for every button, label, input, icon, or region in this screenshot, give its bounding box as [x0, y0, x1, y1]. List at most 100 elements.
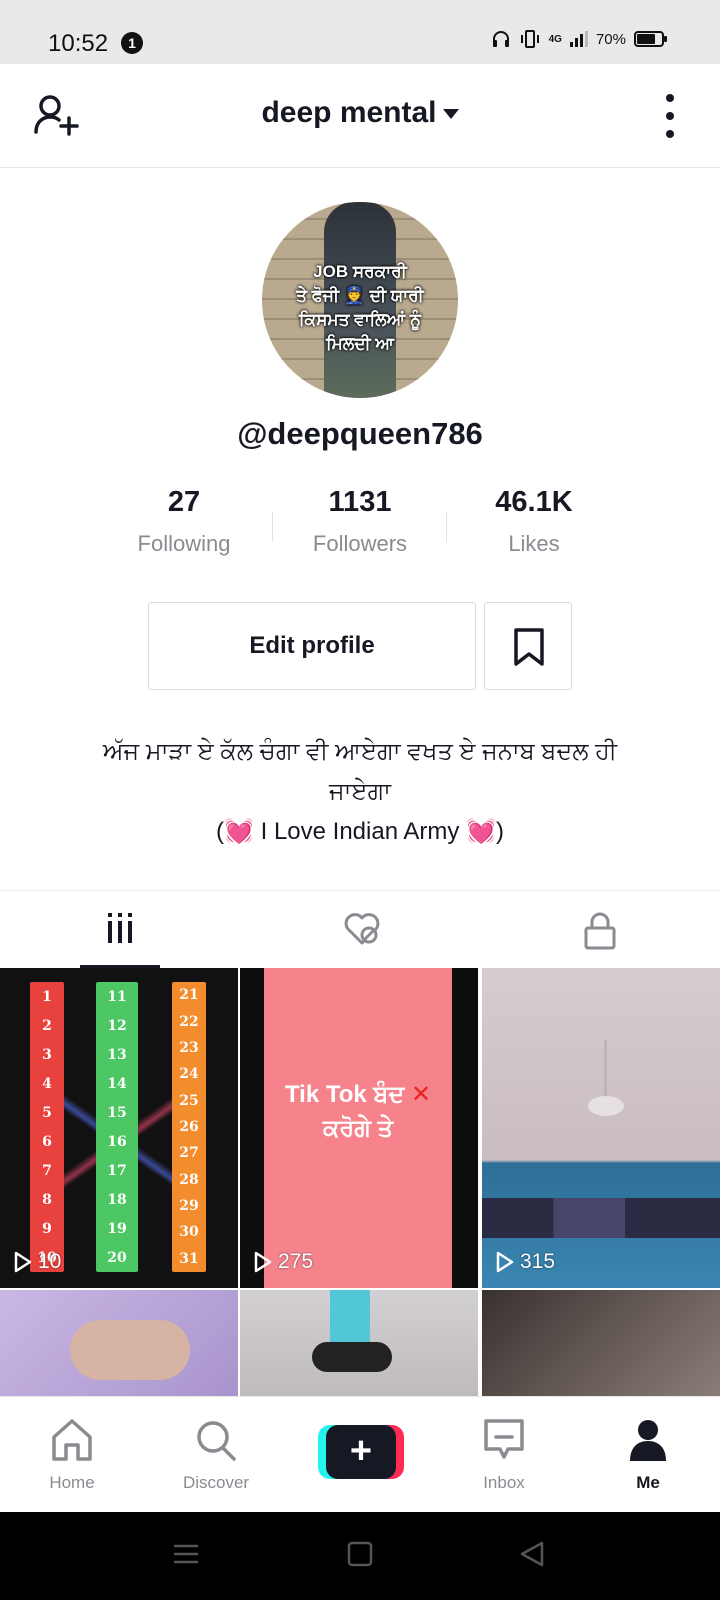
- curtain: [482, 1198, 720, 1238]
- favorites-button[interactable]: [484, 602, 572, 690]
- ceiling-fan: [588, 1096, 624, 1116]
- number: 13: [107, 1046, 127, 1063]
- video-tile[interactable]: [240, 1290, 478, 1396]
- nav-label: Me: [636, 1473, 660, 1492]
- more-vertical-icon: [666, 94, 674, 102]
- heart-emoji: 💓: [224, 818, 254, 845]
- number: 1: [42, 988, 52, 1005]
- notification-count-badge: 1: [121, 32, 143, 54]
- bio-paren: (: [216, 818, 225, 845]
- bio-line: (💓 I Love Indian Army 💓): [60, 812, 660, 852]
- avatar-caption: JOB ਸਰਕਾਰੀ ਤੇ ਫੋਜੀ 👮 ਦੀ ਯਾਰੀ ਕਿਸਮਤ ਵਾਲਿਆ…: [262, 260, 458, 356]
- number: 24: [179, 1066, 199, 1083]
- inbox-icon: [484, 1419, 524, 1459]
- video-tile[interactable]: 315: [482, 968, 720, 1288]
- account-switcher[interactable]: deep mental: [0, 96, 720, 130]
- vibrate-icon: [520, 30, 539, 48]
- headset-icon: [492, 31, 509, 47]
- number-column: 11 12 13 14 15 16 17 18 19 20: [96, 982, 138, 1272]
- number: 27: [179, 1145, 199, 1162]
- number: 23: [179, 1039, 199, 1056]
- number: 12: [107, 1017, 127, 1034]
- number: 19: [107, 1220, 127, 1237]
- number: 4: [42, 1075, 52, 1092]
- battery-percent: 70%: [595, 30, 626, 48]
- video-tile[interactable]: [0, 1290, 238, 1396]
- username: @deepqueen786: [237, 416, 483, 451]
- play-count: 315: [496, 1250, 555, 1274]
- view-count: 275: [278, 1250, 314, 1273]
- status-time: 10:52: [48, 30, 109, 57]
- number: 15: [107, 1104, 127, 1121]
- nav-me[interactable]: Me: [576, 1397, 720, 1513]
- avatar-caption-line: ਮਿਲਦੀ ਆ: [326, 334, 394, 353]
- menu-icon[interactable]: [172, 1540, 200, 1568]
- stat-value: 46.1K: [495, 486, 573, 518]
- view-count: 315: [520, 1250, 556, 1273]
- number: 20: [107, 1249, 127, 1266]
- tab-videos[interactable]: [0, 891, 240, 969]
- nav-inbox[interactable]: Inbox: [432, 1397, 576, 1513]
- number: 22: [179, 1013, 199, 1030]
- more-options-button[interactable]: [660, 94, 680, 138]
- hidden-heart-icon: [344, 913, 380, 945]
- nav-label: Inbox: [483, 1473, 525, 1492]
- play-icon: [14, 1251, 32, 1273]
- avatar-caption-line: ਤੇ ਫੋਜੀ 👮 ਦੀ ਯਾਰੀ: [296, 286, 424, 305]
- profile-tabs: [0, 890, 720, 969]
- battery-icon: [634, 31, 667, 47]
- stat-following[interactable]: 27 Following: [94, 486, 274, 557]
- profile-stats: 27 Following 1131 Followers 46.1K Likes: [0, 486, 720, 566]
- stat-followers[interactable]: 1131 Followers: [270, 486, 450, 557]
- number: 18: [107, 1191, 127, 1208]
- nav-discover[interactable]: Discover: [144, 1397, 288, 1513]
- bottom-navigation: Home Discover + Inbox Me: [0, 1396, 720, 1512]
- number-column: 21 22 23 24 25 26 27 28 29 30 31: [172, 982, 206, 1272]
- plus-icon: +: [326, 1425, 396, 1479]
- overlay-line: Tik Tok ਬੰਦ: [284, 1081, 405, 1108]
- number: 29: [179, 1198, 199, 1215]
- caret-down-icon: [442, 109, 459, 120]
- avatar-caption-line: JOB ਸਰਕਾਰੀ: [313, 262, 407, 281]
- tab-liked[interactable]: [240, 891, 480, 969]
- number: 5: [42, 1104, 52, 1121]
- number: 11: [107, 988, 127, 1005]
- home-square-icon[interactable]: [346, 1540, 374, 1568]
- status-indicators: 4G 70%: [491, 30, 667, 48]
- video-thumbnail-graphic: [330, 1290, 370, 1350]
- back-icon[interactable]: [518, 1540, 546, 1568]
- number: 9: [42, 1220, 52, 1237]
- tab-private[interactable]: [480, 891, 720, 969]
- number: 17: [107, 1162, 127, 1179]
- video-tile[interactable]: [482, 1290, 720, 1396]
- edit-profile-button[interactable]: Edit profile: [148, 602, 476, 690]
- number: 6: [42, 1133, 52, 1150]
- number: 28: [179, 1171, 199, 1188]
- more-dot: [666, 112, 674, 120]
- number: 7: [42, 1162, 52, 1179]
- avatar[interactable]: JOB ਸਰਕਾਰੀ ਤੇ ਫੋਜੀ 👮 ਦੀ ਯਾਰੀ ਕਿਸਮਤ ਵਾਲਿਆ…: [262, 202, 458, 398]
- number: 31: [179, 1250, 199, 1267]
- stat-likes[interactable]: 46.1K Likes: [444, 486, 624, 557]
- system-navigation-bar: [0, 1512, 720, 1600]
- video-thumbnail-graphic: [312, 1342, 392, 1372]
- number: 3: [42, 1046, 52, 1063]
- play-icon: [254, 1251, 272, 1273]
- video-overlay-text: Tik Tok ਬੰਦ ✕ ਕਰੋਗੇ ਤੇ: [264, 1078, 452, 1146]
- person-icon: [630, 1420, 666, 1461]
- bio-paren: ): [495, 818, 504, 845]
- video-tile[interactable]: 1 2 3 4 5 6 7 8 9 10 11 12 13 14 15 16 17 18 19 20 21 22 23 2…: [0, 968, 238, 1288]
- number: 26: [179, 1118, 199, 1135]
- bio-text: I Love Indian Army: [253, 818, 467, 845]
- page-title: deep mental: [261, 96, 437, 129]
- number: 8: [42, 1191, 52, 1208]
- play-icon: [496, 1251, 514, 1273]
- video-tile[interactable]: Tik Tok ਬੰਦ ✕ ਕਰੋਗੇ ਤੇ 275: [240, 968, 478, 1288]
- number: 30: [179, 1224, 199, 1241]
- bio-line: ਜਾਏਗਾ: [328, 778, 392, 805]
- home-icon: [52, 1419, 92, 1461]
- stat-value: 1131: [328, 486, 392, 518]
- create-button[interactable]: +: [318, 1425, 404, 1479]
- nav-home[interactable]: Home: [0, 1397, 144, 1513]
- stat-label: Likes: [508, 531, 560, 556]
